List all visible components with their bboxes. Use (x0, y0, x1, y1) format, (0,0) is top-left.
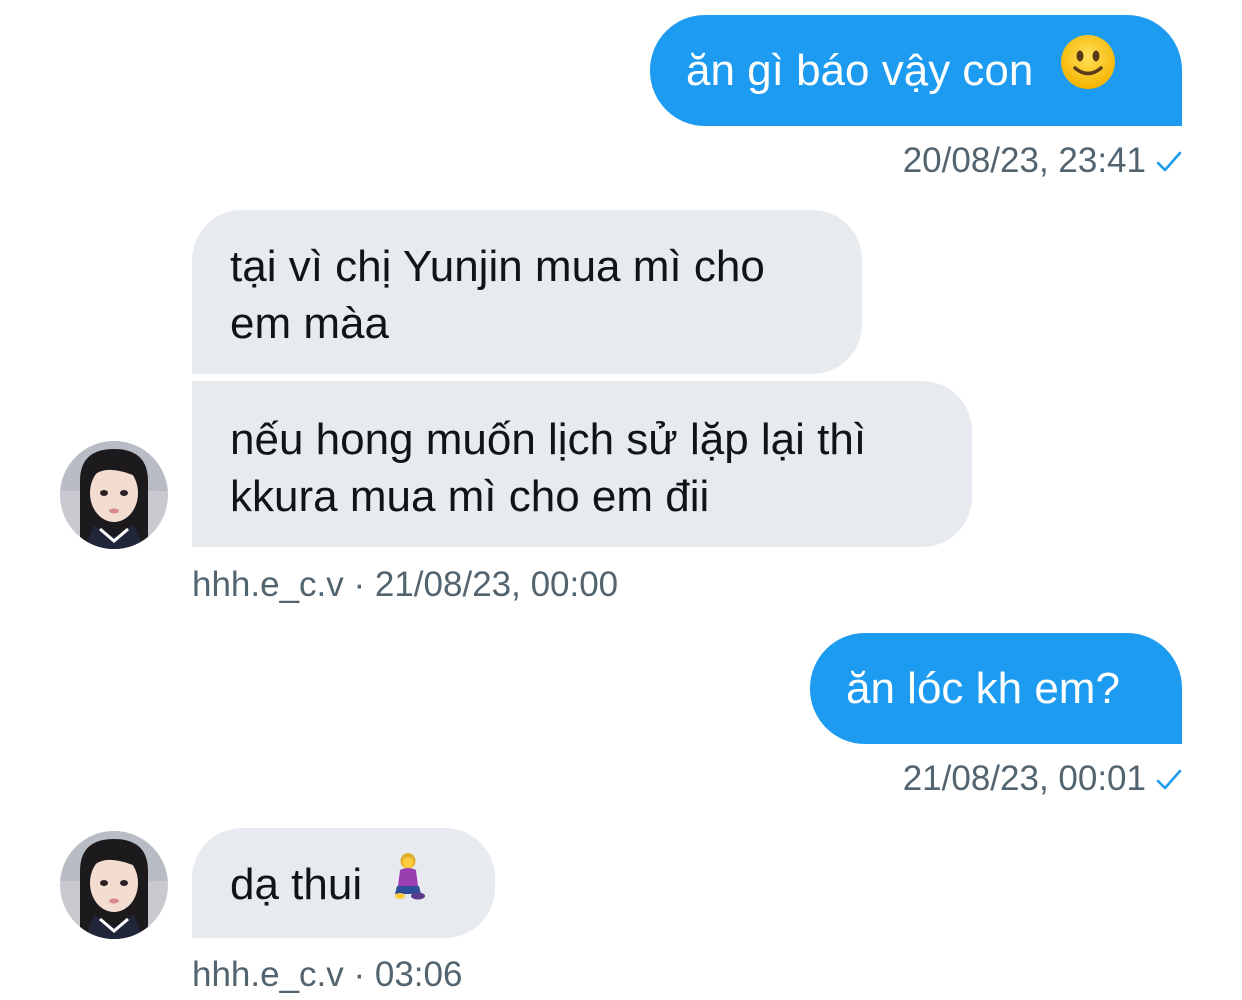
message-sender-timestamp: hhh.e_c.v · 03:06 (192, 955, 463, 994)
sender-avatar[interactable] (60, 441, 168, 549)
message-sender-timestamp: hhh.e_c.v · 21/08/23, 00:00 (192, 565, 619, 604)
sent-check-icon (1156, 143, 1182, 172)
slightly-smiling-face-icon (1060, 34, 1116, 104)
incoming-message-bubble[interactable]: dạ thui (192, 828, 495, 938)
incoming-message-bubble[interactable]: nếu hong muốn lịch sử lặp lại thì kkura … (192, 381, 972, 547)
outgoing-message-bubble[interactable]: ăn gì báo vậy con (650, 15, 1182, 126)
outgoing-message-bubble[interactable]: ăn lóc kh em? (810, 633, 1182, 744)
message-text: ăn gì báo vậy con (686, 46, 1034, 95)
message-text: tại vì chị Yunjin mua mì cho em màa (230, 242, 765, 348)
message-text: dạ thui (230, 860, 363, 909)
incoming-message-bubble[interactable]: tại vì chị Yunjin mua mì cho em màa (192, 210, 862, 374)
message-timestamp: 21/08/23, 00:01 (903, 759, 1182, 799)
sent-check-icon (1156, 761, 1182, 790)
message-text: ăn lóc kh em? (846, 664, 1120, 713)
sender-avatar[interactable] (60, 831, 168, 939)
message-timestamp: 20/08/23, 23:41 (903, 141, 1182, 181)
message-text: nếu hong muốn lịch sử lặp lại thì kkura … (230, 415, 867, 521)
woman-kneeling-icon (388, 852, 428, 916)
